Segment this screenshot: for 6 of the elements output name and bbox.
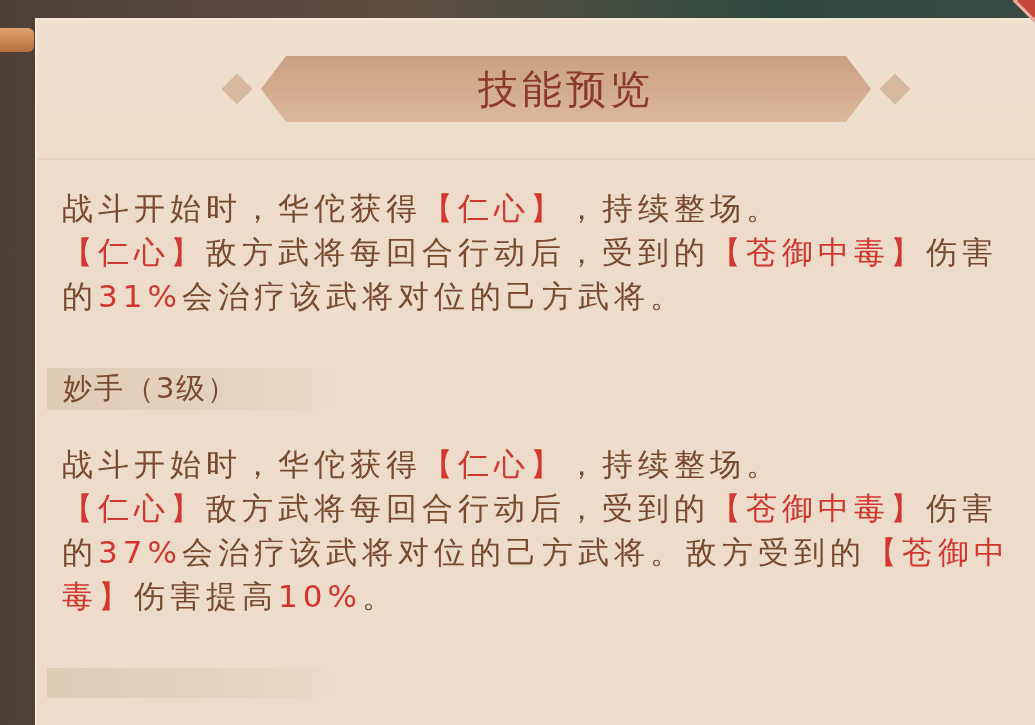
skill-description: 【仁心】敌方武将每回合行动后，受到的【苍御中毒】伤害的 37%会治疗该武将对位的己方武将。敌方受到的【苍御中毒】伤害提高 10%。	[62, 489, 1011, 616]
skill-description: 战斗开始时，华佗获得【仁心】，持续整场。	[62, 189, 783, 228]
panel-title: 技能预览	[478, 65, 654, 114]
skill-description: 【仁心】敌方武将每回合行动后，受到的【苍御中毒】伤害的 31%会治疗该武将对位的己方武将。	[62, 233, 999, 316]
tab-ornament-icon	[0, 28, 34, 52]
skill-description: 战斗开始时，华佗获得【仁心】，持续整场。	[62, 445, 783, 484]
